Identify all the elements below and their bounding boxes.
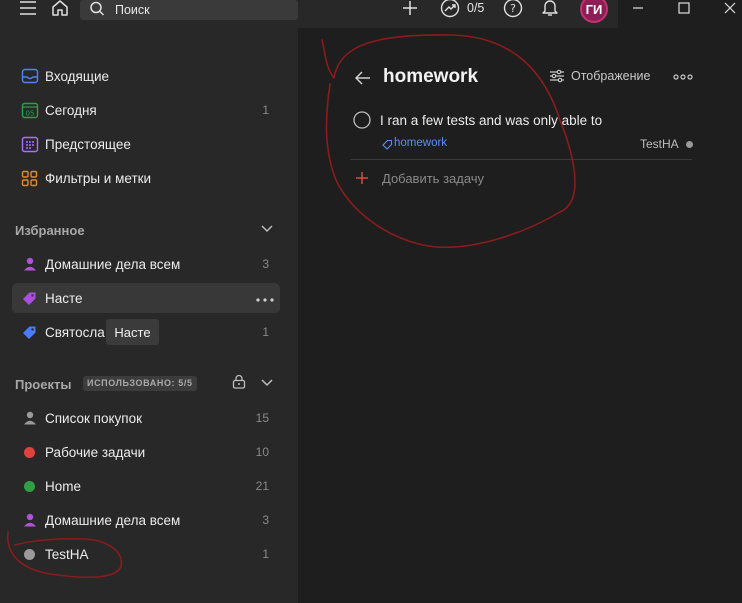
avatar-initials: ГИ — [585, 1, 603, 17]
inbox-icon — [12, 68, 45, 84]
main-content: homework Отображение I ran a few tests a… — [298, 28, 742, 603]
calendar-day: 05 — [25, 109, 34, 117]
menu-icon[interactable] — [18, 0, 38, 16]
sidebar-item-inbox[interactable]: Входящие — [12, 61, 280, 91]
add-task-button[interactable]: Добавить задачу — [382, 171, 484, 186]
favorite-item-household[interactable]: Домашние дела всем 3 — [12, 249, 280, 279]
person-icon — [12, 257, 45, 271]
dot-icon — [12, 548, 45, 560]
project-item-shopping[interactable]: Список покупок 15 — [12, 403, 280, 433]
svg-text:?: ? — [510, 2, 516, 15]
chevron-down-icon[interactable] — [260, 375, 274, 392]
item-count: 1 — [262, 325, 269, 339]
divider — [350, 159, 692, 160]
item-count: 10 — [255, 445, 269, 459]
project-item-household[interactable]: Домашние дела всем 3 — [12, 505, 280, 535]
item-count: 1 — [262, 547, 269, 561]
sidebar-item-label: Рабочие задачи — [45, 444, 146, 460]
task-title[interactable]: I ran a few tests and was only able to — [380, 113, 602, 128]
minimize-icon[interactable] — [630, 0, 646, 16]
sidebar-item-label: Входящие — [45, 68, 110, 84]
calendar-upcoming-icon — [12, 136, 45, 153]
back-arrow-icon[interactable] — [354, 70, 372, 86]
projects-heading[interactable]: Проекты — [15, 377, 71, 392]
maximize-icon[interactable] — [676, 0, 692, 16]
top-bar: Поиск 0/5 ? ГИ — [0, 0, 742, 28]
label-tag-icon — [12, 325, 45, 340]
label-tag-icon — [12, 291, 45, 306]
item-count: 21 — [255, 479, 269, 493]
search-placeholder: Поиск — [115, 3, 150, 17]
productivity-counter[interactable]: 0/5 — [467, 0, 484, 16]
task-project: TestHA — [640, 137, 679, 151]
item-count: 3 — [262, 513, 269, 527]
plus-icon[interactable] — [400, 0, 420, 18]
more-options-icon[interactable] — [256, 291, 274, 305]
project-item-work[interactable]: Рабочие задачи 10 — [12, 437, 280, 467]
favorite-item-nastya[interactable]: Насте — [12, 283, 280, 313]
item-count: 1 — [262, 103, 269, 117]
page-title: homework — [383, 66, 479, 87]
display-label: Отображение — [571, 69, 651, 83]
task-label-link[interactable]: homework — [394, 137, 447, 149]
project-item-testha[interactable]: TestHA 1 — [12, 539, 280, 569]
favorites-heading[interactable]: Избранное — [15, 223, 85, 238]
chevron-down-icon[interactable] — [260, 221, 274, 238]
avatar[interactable]: ГИ — [580, 0, 608, 23]
plus-icon[interactable] — [354, 170, 370, 186]
more-options-icon[interactable] — [672, 72, 694, 82]
sidebar-item-label: Насте — [45, 290, 83, 306]
item-count: 3 — [262, 257, 269, 271]
sidebar-item-label: Святосла — [45, 324, 105, 340]
help-icon[interactable]: ? — [503, 0, 523, 18]
sliders-icon — [549, 69, 565, 83]
window-controls — [618, 0, 742, 28]
sidebar-item-filters[interactable]: Фильтры и метки — [12, 163, 280, 193]
sidebar-item-label: Фильтры и метки — [45, 170, 152, 186]
sidebar: Входящие 05 Сегодня 1 Предстоящее Фильтр… — [0, 28, 298, 603]
sidebar-item-label: Домашние дела всем — [45, 256, 181, 272]
dot-icon — [12, 480, 45, 492]
sidebar-item-label: Предстоящее — [45, 136, 131, 152]
sidebar-item-label: TestHA — [45, 546, 89, 562]
item-count: 15 — [255, 411, 269, 425]
search-input[interactable]: Поиск — [80, 0, 298, 20]
sidebar-item-label: Home — [45, 478, 82, 494]
lock-icon[interactable] — [232, 374, 246, 392]
tooltip: Насте — [106, 319, 159, 345]
sidebar-item-today[interactable]: 05 Сегодня 1 — [12, 95, 280, 125]
filters-labels-icon — [12, 170, 45, 187]
project-dot-icon — [685, 140, 693, 148]
project-item-home[interactable]: Home 21 — [12, 471, 280, 501]
tag-icon — [381, 138, 393, 150]
sidebar-item-label: Сегодня — [45, 102, 97, 118]
task-checkbox[interactable] — [353, 111, 371, 129]
sidebar-item-upcoming[interactable]: Предстоящее — [12, 129, 280, 159]
sidebar-item-label: Список покупок — [45, 410, 143, 426]
display-button[interactable]: Отображение — [549, 69, 650, 83]
search-icon — [88, 0, 106, 18]
productivity-icon[interactable] — [440, 0, 460, 18]
home-icon[interactable] — [50, 0, 70, 18]
usage-badge: ИСПОЛЬЗОВАНО: 5/5 — [83, 376, 197, 391]
person-icon — [12, 513, 45, 527]
dot-icon — [12, 446, 45, 458]
person-icon — [12, 411, 45, 425]
calendar-today-icon: 05 — [12, 102, 45, 119]
bell-icon[interactable] — [540, 0, 560, 18]
close-icon[interactable] — [722, 0, 738, 16]
sidebar-item-label: Домашние дела всем — [45, 512, 181, 528]
